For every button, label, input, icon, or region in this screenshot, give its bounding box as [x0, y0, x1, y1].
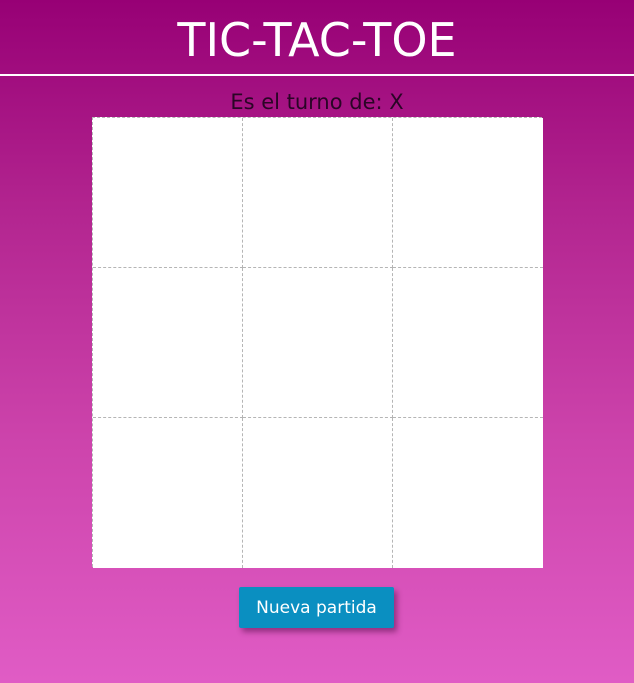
- board-cell-2-2[interactable]: [243, 268, 393, 418]
- new-game-button[interactable]: Nueva partida: [239, 587, 394, 628]
- board-cell-1-3[interactable]: [393, 118, 543, 268]
- board-cell-3-1[interactable]: [93, 418, 243, 568]
- board-cell-2-1[interactable]: [93, 268, 243, 418]
- board-cell-1-1[interactable]: [93, 118, 243, 268]
- turn-label: Es el turno de:: [230, 90, 383, 114]
- board-cell-2-3[interactable]: [393, 268, 543, 418]
- board-cell-3-2[interactable]: [243, 418, 393, 568]
- game-board: [92, 117, 543, 568]
- header-bar: TIC-TAC-TOE: [0, 0, 634, 76]
- turn-indicator: Es el turno de: X: [0, 88, 634, 116]
- current-player: X: [389, 90, 404, 114]
- board-cell-3-3[interactable]: [393, 418, 543, 568]
- page-title: TIC-TAC-TOE: [177, 13, 457, 67]
- board-cell-1-2[interactable]: [243, 118, 393, 268]
